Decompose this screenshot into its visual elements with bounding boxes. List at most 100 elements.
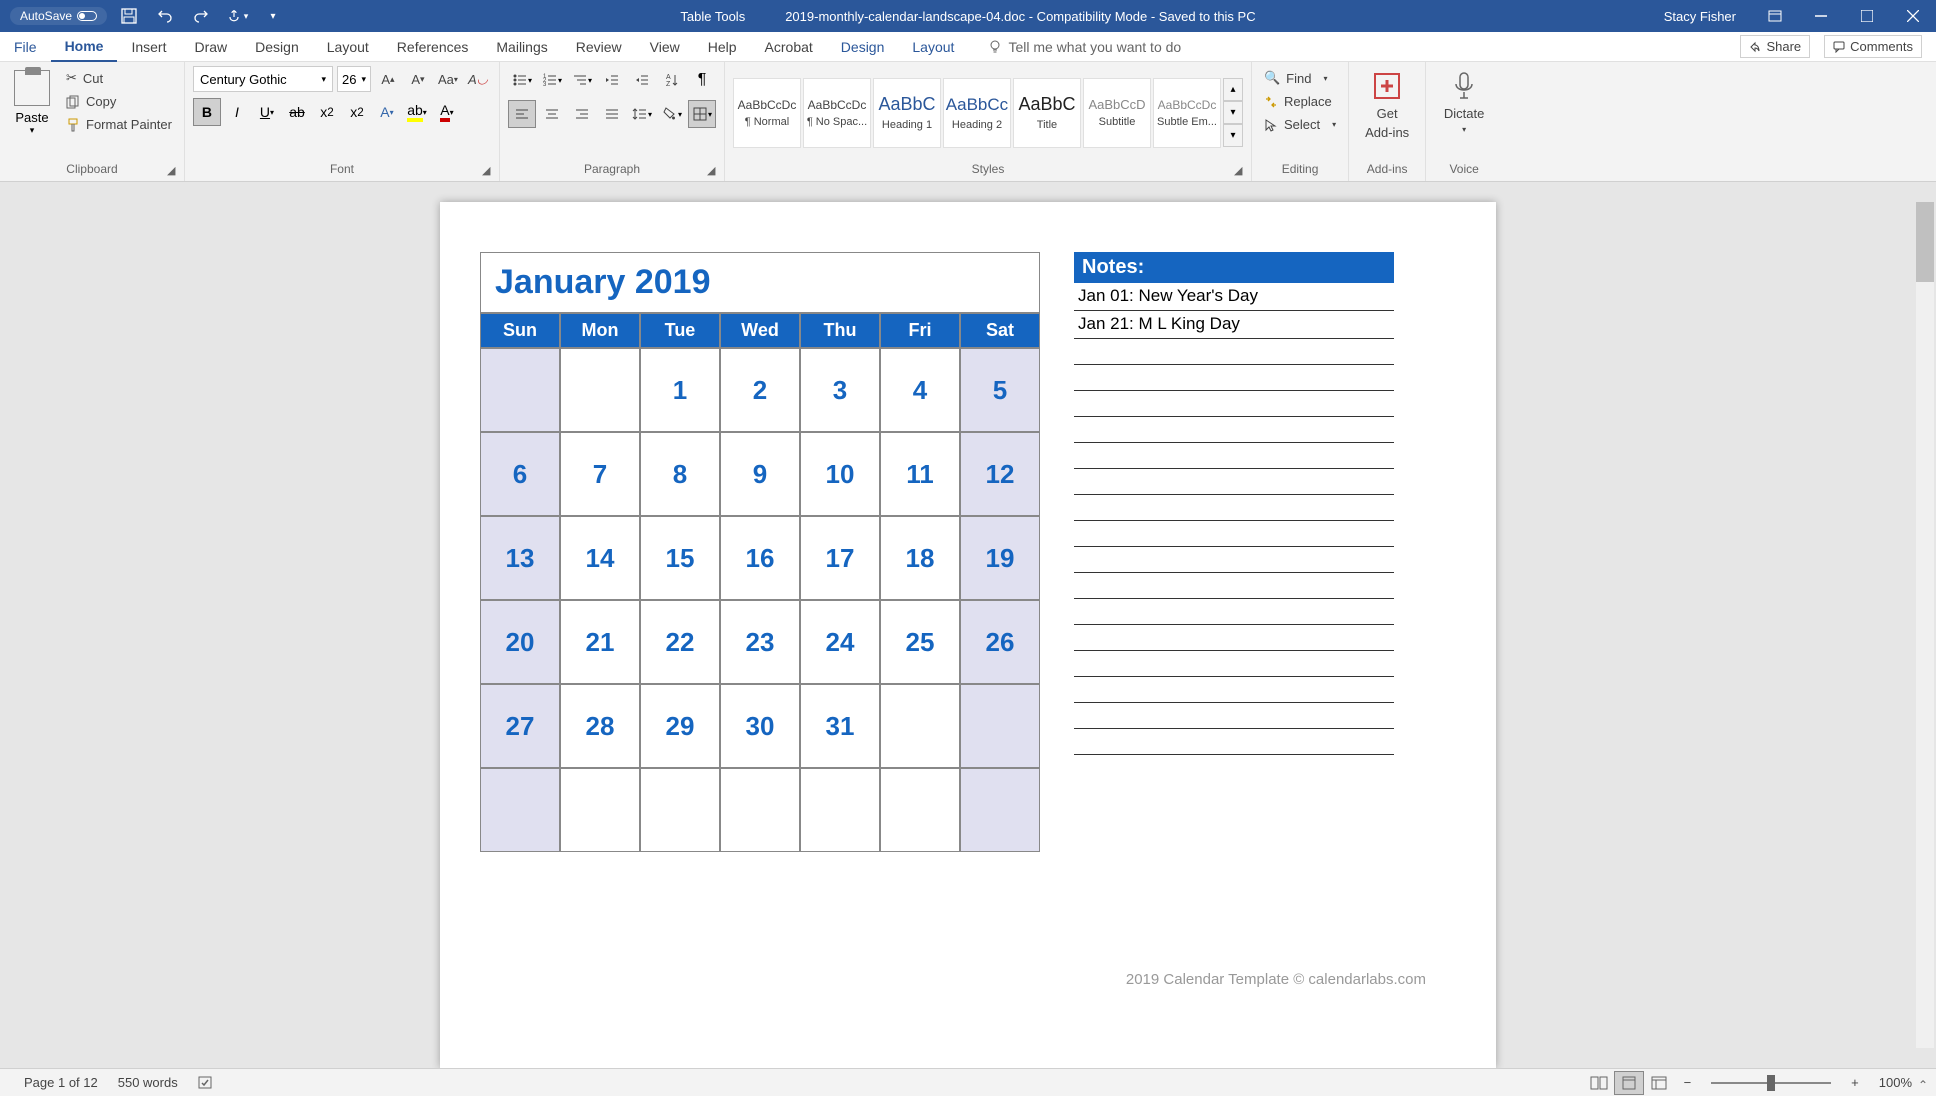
notes-blank-line[interactable] — [1074, 521, 1394, 547]
notes-blank-line[interactable] — [1074, 599, 1394, 625]
shrink-font-button[interactable]: A▾ — [405, 66, 431, 92]
styles-up-icon[interactable]: ▴ — [1223, 78, 1243, 101]
calendar-cell[interactable]: 28 — [560, 684, 640, 768]
change-case-button[interactable]: Aa▾ — [435, 66, 461, 92]
clear-formatting-button[interactable]: A◡ — [465, 66, 491, 92]
calendar-cell[interactable]: 2 — [720, 348, 800, 432]
calendar-cell[interactable]: 21 — [560, 600, 640, 684]
select-button[interactable]: Select▾ — [1260, 115, 1340, 134]
tab-references[interactable]: References — [383, 32, 483, 62]
numbering-button[interactable]: 123▾ — [538, 66, 566, 94]
calendar-cell[interactable]: 26 — [960, 600, 1040, 684]
subscript-button[interactable]: x2 — [313, 98, 341, 126]
shading-button[interactable]: ▾ — [658, 100, 686, 128]
notes-blank-line[interactable] — [1074, 729, 1394, 755]
calendar-cell[interactable]: 16 — [720, 516, 800, 600]
calendar-cell[interactable]: 15 — [640, 516, 720, 600]
highlight-button[interactable]: ab▾ — [403, 98, 431, 126]
strikethrough-button[interactable]: ab — [283, 98, 311, 126]
page-status[interactable]: Page 1 of 12 — [14, 1075, 108, 1090]
calendar-cell[interactable]: 19 — [960, 516, 1040, 600]
tab-table-layout[interactable]: Layout — [898, 32, 968, 62]
dictate-button[interactable]: Dictate ▾ — [1434, 66, 1494, 159]
notes-blank-line[interactable] — [1074, 339, 1394, 365]
clipboard-dialog-launcher[interactable]: ◢ — [167, 164, 181, 178]
day-header-sun[interactable]: Sun — [480, 313, 560, 348]
web-layout-button[interactable] — [1644, 1071, 1674, 1095]
increase-indent-button[interactable] — [628, 66, 656, 94]
calendar-cell[interactable]: 23 — [720, 600, 800, 684]
tab-mailings[interactable]: Mailings — [482, 32, 561, 62]
autosave-toggle[interactable]: AutoSave — [10, 7, 107, 25]
align-center-button[interactable] — [538, 100, 566, 128]
copy-button[interactable]: Copy — [62, 92, 176, 111]
style-subtle-em---[interactable]: AaBbCcDcSubtle Em... — [1153, 78, 1221, 148]
style---no-spac---[interactable]: AaBbCcDc¶ No Spac... — [803, 78, 871, 148]
font-dialog-launcher[interactable]: ◢ — [482, 164, 496, 178]
print-layout-button[interactable] — [1614, 1071, 1644, 1095]
vertical-scrollbar[interactable] — [1916, 202, 1934, 1048]
show-marks-button[interactable]: ¶ — [688, 66, 716, 94]
styles-more-icon[interactable]: ▾ — [1223, 124, 1243, 147]
read-mode-button[interactable] — [1584, 1071, 1614, 1095]
font-name-combo[interactable]: Century Gothic▾ — [193, 66, 333, 92]
paste-button[interactable]: Paste ▾ — [8, 66, 56, 159]
calendar-cell[interactable]: 31 — [800, 684, 880, 768]
calendar-cell[interactable] — [560, 348, 640, 432]
style-title[interactable]: AaBbCTitle — [1013, 78, 1081, 148]
collapse-ribbon-icon[interactable]: ⌃ — [1918, 1078, 1928, 1092]
text-effects-button[interactable]: A▾ — [373, 98, 401, 126]
tab-review[interactable]: Review — [562, 32, 636, 62]
calendar-cell[interactable] — [560, 768, 640, 852]
undo-icon[interactable] — [151, 2, 179, 30]
style-heading-2[interactable]: AaBbCcHeading 2 — [943, 78, 1011, 148]
line-spacing-button[interactable]: ▾ — [628, 100, 656, 128]
calendar-cell[interactable]: 24 — [800, 600, 880, 684]
day-header-thu[interactable]: Thu — [800, 313, 880, 348]
multilevel-list-button[interactable]: ▾ — [568, 66, 596, 94]
tab-insert[interactable]: Insert — [117, 32, 180, 62]
superscript-button[interactable]: x2 — [343, 98, 371, 126]
calendar-cell[interactable]: 12 — [960, 432, 1040, 516]
tab-design[interactable]: Design — [241, 32, 313, 62]
redo-icon[interactable] — [187, 2, 215, 30]
calendar-cell[interactable]: 11 — [880, 432, 960, 516]
calendar-cell[interactable] — [480, 768, 560, 852]
borders-button[interactable]: ▾ — [688, 100, 716, 128]
touch-mode-icon[interactable]: ▾ — [223, 2, 251, 30]
notes-blank-line[interactable] — [1074, 417, 1394, 443]
calendar-cell[interactable]: 6 — [480, 432, 560, 516]
calendar-cell[interactable]: 4 — [880, 348, 960, 432]
calendar-cell[interactable]: 29 — [640, 684, 720, 768]
tab-view[interactable]: View — [636, 32, 694, 62]
tab-file[interactable]: File — [0, 32, 51, 62]
day-header-mon[interactable]: Mon — [560, 313, 640, 348]
share-button[interactable]: Share — [1740, 35, 1810, 58]
paragraph-dialog-launcher[interactable]: ◢ — [707, 164, 721, 178]
notes-entry[interactable]: Jan 01: New Year's Day — [1074, 283, 1394, 311]
decrease-indent-button[interactable] — [598, 66, 626, 94]
notes-blank-line[interactable] — [1074, 547, 1394, 573]
save-icon[interactable] — [115, 2, 143, 30]
zoom-slider[interactable] — [1711, 1073, 1831, 1093]
calendar-table[interactable]: January 2019 SunMonTueWedThuFriSat 12345… — [480, 252, 1040, 852]
minimize-icon[interactable] — [1798, 0, 1844, 32]
qat-more-icon[interactable]: ▾ — [259, 2, 287, 30]
calendar-cell[interactable]: 1 — [640, 348, 720, 432]
calendar-cell[interactable]: 25 — [880, 600, 960, 684]
calendar-cell[interactable]: 10 — [800, 432, 880, 516]
font-color-button[interactable]: A▾ — [433, 98, 461, 126]
calendar-cell[interactable] — [800, 768, 880, 852]
zoom-in-button[interactable]: + — [1841, 1075, 1869, 1090]
calendar-cell[interactable] — [640, 768, 720, 852]
calendar-cell[interactable]: 13 — [480, 516, 560, 600]
calendar-cell[interactable] — [880, 768, 960, 852]
ribbon-display-icon[interactable] — [1752, 0, 1798, 32]
notes-blank-line[interactable] — [1074, 495, 1394, 521]
tab-table-design[interactable]: Design — [827, 32, 899, 62]
calendar-cell[interactable] — [480, 348, 560, 432]
tab-acrobat[interactable]: Acrobat — [751, 32, 827, 62]
notes-entry[interactable]: Jan 21: M L King Day — [1074, 311, 1394, 339]
italic-button[interactable]: I — [223, 98, 251, 126]
format-painter-button[interactable]: Format Painter — [62, 115, 176, 134]
